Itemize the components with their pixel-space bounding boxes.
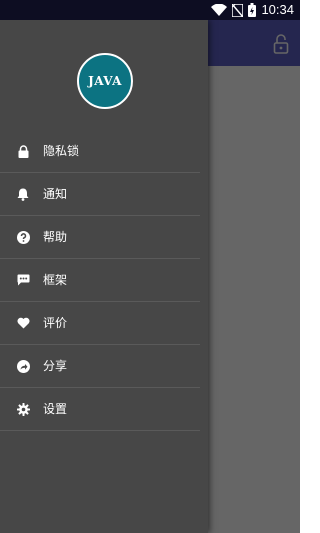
menu-item-settings[interactable]: 设置 <box>0 388 200 431</box>
drawer-menu: 隐私锁 通知 帮助 框架 评价 分享 设置 <box>0 130 208 431</box>
menu-item-help[interactable]: 帮助 <box>0 216 200 259</box>
menu-item-label: 通知 <box>43 187 68 201</box>
wifi-icon <box>211 4 228 16</box>
menu-item-label: 帮助 <box>43 230 68 244</box>
drawer-header: JAVA <box>0 20 208 130</box>
chat-bubble-icon <box>16 273 30 287</box>
status-icons: 10:34 <box>211 2 294 18</box>
menu-item-rate[interactable]: 评价 <box>0 302 200 345</box>
menu-item-label: 分享 <box>43 359 68 373</box>
share-icon <box>16 359 30 373</box>
battery-charging-icon <box>248 3 257 17</box>
gear-icon <box>16 402 30 416</box>
menu-item-label: 设置 <box>43 402 68 416</box>
menu-item-share[interactable]: 分享 <box>0 345 200 388</box>
menu-item-label: 隐私锁 <box>43 144 80 158</box>
menu-item-label: 评价 <box>43 316 68 330</box>
menu-item-privacy-lock[interactable]: 隐私锁 <box>0 130 200 173</box>
no-sim-icon <box>232 3 244 17</box>
avatar-text: JAVA <box>88 74 122 88</box>
menu-item-notifications[interactable]: 通知 <box>0 173 200 216</box>
status-bar: 10:34 <box>0 0 300 20</box>
menu-item-label: 框架 <box>43 273 68 287</box>
avatar[interactable]: JAVA <box>77 53 133 109</box>
lock-icon <box>16 144 30 158</box>
status-time: 10:34 <box>261 2 294 17</box>
heart-icon <box>16 316 30 330</box>
menu-item-framework[interactable]: 框架 <box>0 259 200 302</box>
app-screen: 10:34 框架 JAVA 隐私锁 <box>0 0 300 533</box>
navigation-drawer: JAVA 隐私锁 通知 帮助 框架 评价 分享 设置 <box>0 20 208 533</box>
help-icon <box>16 230 30 244</box>
bell-icon <box>16 187 30 201</box>
